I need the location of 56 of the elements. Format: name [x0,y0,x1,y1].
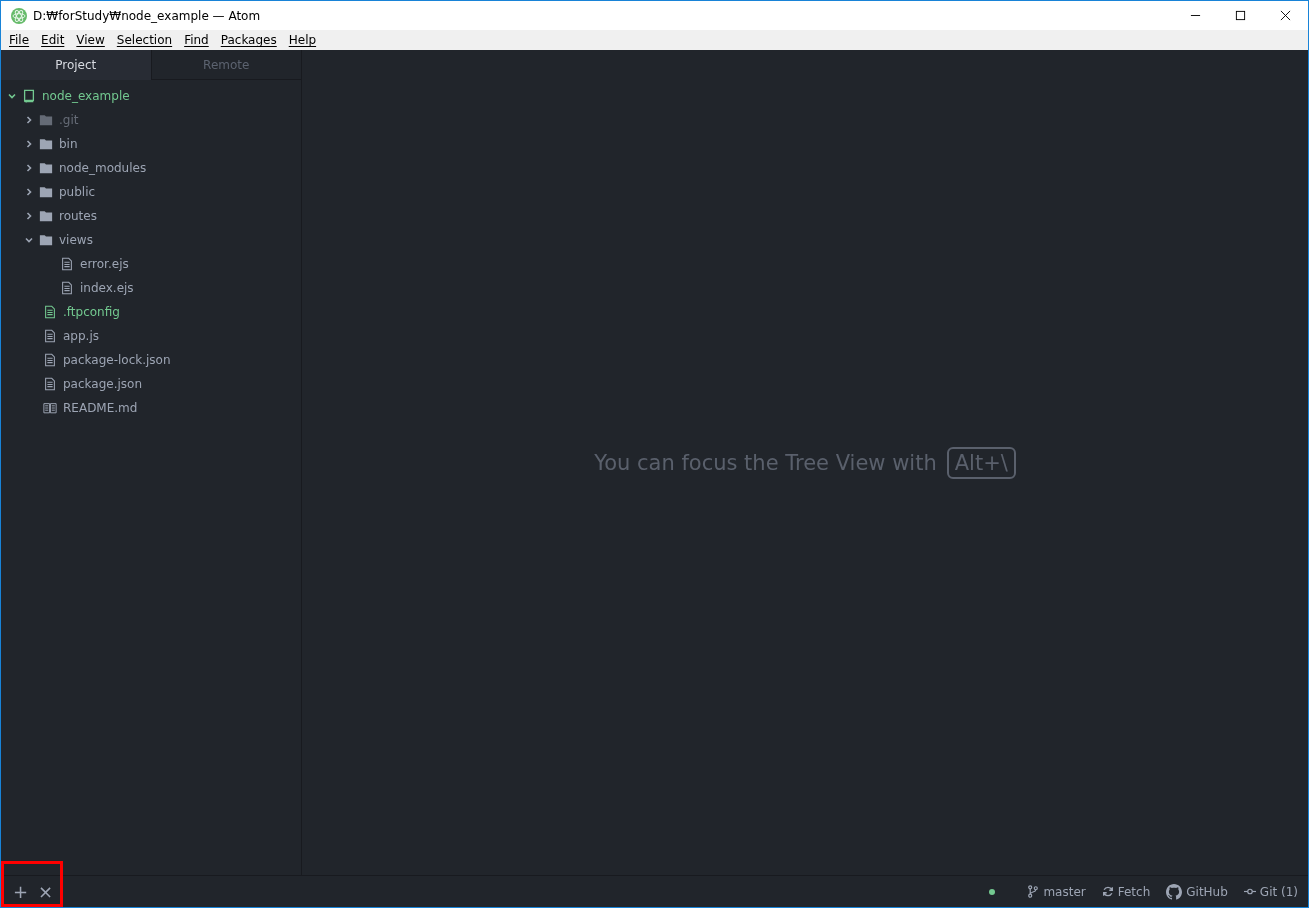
file-icon [43,353,57,367]
tree-item[interactable]: public [1,180,301,204]
atom-logo-icon [11,7,27,24]
status-dot-icon [989,888,996,895]
menu-item[interactable]: Edit [35,33,71,47]
folder-icon [39,233,53,247]
file-icon [60,257,74,271]
tree-item[interactable]: views [1,228,301,252]
chevron-down-icon [7,91,17,101]
fetch-button[interactable]: Fetch [1101,884,1151,899]
tree-item[interactable]: package-lock.json [1,348,301,372]
file-icon [43,329,57,343]
tree-item[interactable]: node_modules [1,156,301,180]
chevron-right-icon [24,187,34,197]
folder-icon [39,209,53,223]
folder-icon [39,137,53,151]
tree-item[interactable]: README.md [1,396,301,420]
dock-button[interactable]: × [36,880,56,902]
tree-item[interactable]: error.ejs [1,252,301,276]
tree-item[interactable]: node_example [1,84,301,108]
file-icon [60,281,74,295]
file-icon [43,377,57,391]
branch-button[interactable]: master [1027,884,1086,899]
editor-hint: You can focus the Tree View with [594,450,937,475]
tree-item[interactable]: .ftpconfig [1,300,301,324]
folder-icon [39,161,53,175]
tree-item[interactable]: index.ejs [1,276,301,300]
menu-item[interactable]: Help [282,33,323,47]
panel-tab[interactable]: Project [1,50,151,80]
chevron-down-icon [24,235,34,245]
folder-icon [39,113,53,127]
file-icon [43,305,57,319]
chevron-right-icon [24,115,34,125]
menu-item[interactable]: View [70,33,111,47]
dock-button[interactable]: + [11,880,31,902]
github-button[interactable]: GitHub [1166,883,1228,900]
chevron-right-icon [24,163,34,173]
menu-item[interactable]: Selection [110,33,179,47]
git-panel-button[interactable]: Git (1) [1243,884,1298,899]
tree-item[interactable]: app.js [1,324,301,348]
menu-item[interactable]: Find [178,33,215,47]
chevron-right-icon [24,211,34,221]
window-title: D:₩forStudy₩node_example — Atom [33,8,261,23]
keyboard-shortcut: Alt+\ [946,446,1016,479]
octocat-icon [1166,883,1183,900]
menu-item[interactable]: File [3,33,36,47]
menu-item[interactable]: Packages [214,33,283,47]
open-book-icon [43,401,57,415]
tree-item[interactable]: package.json [1,372,301,396]
book-icon [22,89,36,103]
git-branch-icon [1027,885,1040,898]
tree-item[interactable]: routes [1,204,301,228]
tree-item[interactable]: bin [1,132,301,156]
sync-icon [1101,885,1114,898]
folder-icon [39,185,53,199]
chevron-right-icon [24,139,34,149]
